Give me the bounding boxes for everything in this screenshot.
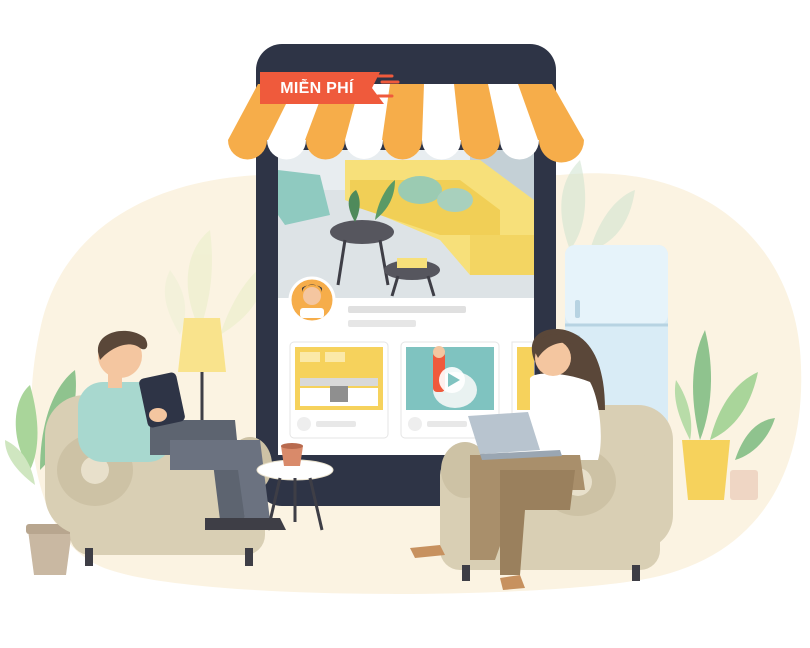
post-title-placeholder [348, 306, 466, 313]
hero-image [278, 150, 534, 298]
free-badge-label: MIỄN PHÍ [280, 80, 354, 97]
coffee-cup [281, 443, 303, 466]
card-kitchen[interactable] [289, 341, 389, 439]
store-illustration [5, 44, 802, 594]
post-subtitle-placeholder [348, 320, 416, 327]
